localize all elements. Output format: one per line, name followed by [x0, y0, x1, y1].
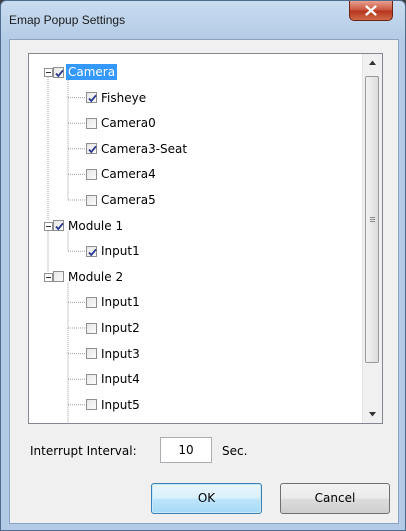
- tree-checkbox[interactable]: [86, 143, 97, 155]
- tree-node-label: Input2: [101, 321, 140, 335]
- tree-checkbox[interactable]: [53, 271, 64, 283]
- grip-icon: [370, 217, 375, 218]
- collapse-toggle-icon[interactable]: [44, 221, 53, 231]
- checkmark-icon: [55, 69, 64, 77]
- scroll-down-button[interactable]: [363, 406, 382, 423]
- dialog-window: Emap Popup Settings Camera Fisheye Camera0…: [0, 0, 406, 531]
- tree-checkbox[interactable]: [86, 373, 97, 385]
- tree-group-node[interactable]: Module 1: [53, 216, 125, 236]
- tree-checkbox[interactable]: [86, 117, 97, 129]
- tree-node-label: Module 2: [68, 269, 124, 284]
- window-title: Emap Popup Settings: [9, 13, 126, 27]
- tree-child-node[interactable]: Input1: [86, 241, 142, 261]
- tree-group-node[interactable]: Camera: [53, 62, 118, 82]
- tree-checkbox[interactable]: [86, 296, 97, 308]
- interval-unit-label: Sec.: [222, 444, 248, 458]
- tree-child-node[interactable]: Fisheye: [86, 88, 148, 108]
- tree-node-label: Camera4: [101, 167, 156, 182]
- scroll-thumb[interactable]: [365, 76, 379, 363]
- arrow-down-icon: [369, 412, 376, 417]
- tree-child-node[interactable]: Camera3-Seat: [86, 139, 189, 159]
- tree-child-node[interactable]: Camera4: [86, 164, 158, 184]
- tree-checkbox[interactable]: [86, 245, 97, 257]
- interrupt-interval-input[interactable]: [160, 437, 212, 463]
- tree-child-node[interactable]: Camera0: [86, 113, 158, 133]
- tree-checkbox[interactable]: [86, 399, 97, 411]
- close-icon: [365, 5, 377, 16]
- collapse-toggle-icon[interactable]: [44, 68, 53, 77]
- close-button[interactable]: [349, 1, 393, 21]
- cancel-button[interactable]: Cancel: [280, 483, 390, 514]
- tree-child-node[interactable]: Camera5: [86, 190, 158, 210]
- tree-connector-lines: [47, 77, 86, 423]
- tree-child-node[interactable]: Input3: [86, 344, 142, 364]
- tree-node-label: Fisheye: [101, 90, 147, 105]
- interrupt-interval-label: Interrupt Interval:: [30, 444, 137, 458]
- tree-checkbox[interactable]: [86, 92, 97, 104]
- tree-node-label: Module 1: [68, 218, 124, 233]
- tree-content: Camera Fisheye Camera0 Camera3-Seat Camera4 C…: [29, 54, 362, 423]
- tree-node-label: Input5: [101, 397, 140, 412]
- dialog-client-area: Camera Fisheye Camera0 Camera3-Seat Camera4 C…: [9, 39, 399, 524]
- tree-node-label: Input3: [101, 346, 140, 361]
- tree-child-node[interactable]: Input1: [86, 292, 142, 312]
- tree-node-label: Camera5: [101, 193, 156, 207]
- scroll-up-button[interactable]: [363, 54, 382, 71]
- tree-checkbox[interactable]: [53, 66, 64, 78]
- arrow-up-icon: [369, 60, 376, 65]
- tree-node-label: Input4: [101, 372, 140, 387]
- tree-node-label: Input1: [101, 244, 140, 259]
- title-bar[interactable]: Emap Popup Settings: [1, 1, 405, 41]
- tree-group-node[interactable]: Module 2: [53, 267, 125, 287]
- tree-node-label: Camera3-Seat: [101, 141, 188, 156]
- ok-button[interactable]: OK: [151, 483, 262, 514]
- checkmark-icon: [88, 94, 97, 103]
- checkmark-icon: [55, 222, 64, 231]
- checkmark-icon: [88, 146, 97, 154]
- tree-child-node[interactable]: Input5: [86, 395, 142, 415]
- tree-checkbox[interactable]: [86, 194, 97, 206]
- tree-checkbox[interactable]: [86, 168, 97, 180]
- tree-checkbox[interactable]: [86, 348, 97, 360]
- tree-checkbox[interactable]: [53, 220, 64, 232]
- tree-checkbox[interactable]: [86, 322, 97, 334]
- tree-child-node[interactable]: Input2: [86, 318, 142, 338]
- collapse-toggle-icon[interactable]: [44, 272, 53, 282]
- tree-node-label: Camera0: [101, 116, 156, 131]
- checkmark-icon: [88, 248, 97, 257]
- tree-child-node[interactable]: Input4: [86, 369, 142, 389]
- tree-view[interactable]: Camera Fisheye Camera0 Camera3-Seat Camera4 C…: [28, 53, 383, 424]
- tree-node-label: Input1: [101, 295, 140, 310]
- tree-node-label: Camera: [66, 64, 118, 80]
- vertical-scrollbar[interactable]: [362, 54, 382, 423]
